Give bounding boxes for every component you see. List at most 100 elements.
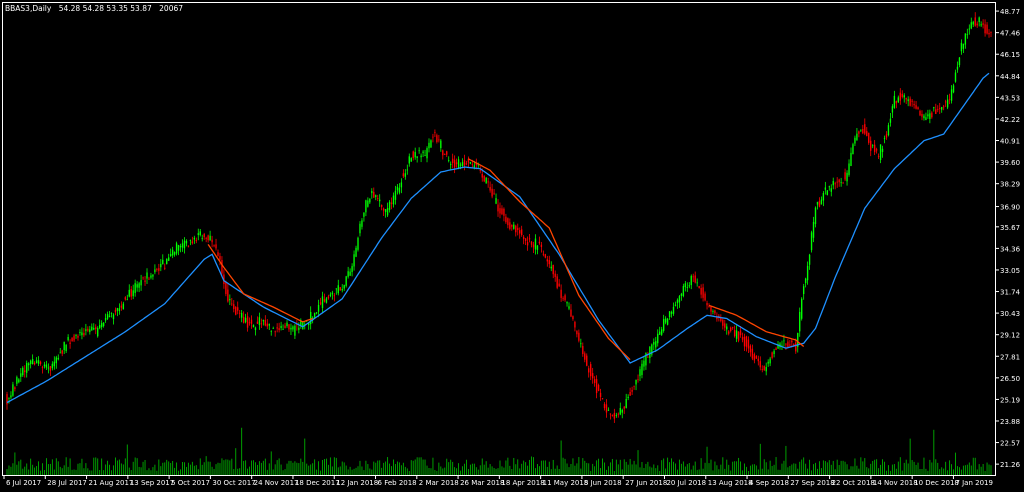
candle-body [254,327,257,331]
candle-body [104,317,107,321]
candle-body [365,200,367,213]
candle-body [487,181,489,183]
candle-body [446,151,448,155]
candle-body [280,325,282,329]
candle-body [897,97,900,103]
candle-body [964,33,967,45]
candle-body [250,319,253,324]
candle-body [134,283,136,293]
candle-body [189,239,192,241]
candle-body [946,99,949,108]
candle-body [191,241,194,244]
candle-body [203,234,205,237]
candle-body [41,367,44,368]
candle-body [875,149,878,151]
candle-body [61,350,63,354]
x-tick-label: 22 Oct 2018 [832,479,875,487]
candle-body [369,198,371,203]
x-tick-label: 5 Jun 2018 [584,479,622,487]
x-tick-label: 12 Jan 2018 [336,479,378,487]
candle-body [739,330,742,336]
candle-body [952,85,955,93]
candle-body [686,287,689,288]
candle-body [801,298,803,319]
candle-body [503,208,505,216]
candle-body [79,331,81,334]
candle-body [35,360,38,364]
chart-window[interactable]: 48.77 47.46 46.15 44.84 43.53 42.22 40.91 39.60… [0,0,1024,488]
candle-body [960,42,963,52]
candle-body [175,243,178,254]
candle-body [343,285,345,289]
candle-body [820,199,823,205]
candle-body [217,252,219,256]
y-tick-label: 48.77 [1000,8,1020,16]
candle-body [848,163,850,175]
candle-body [633,385,635,387]
candle-body [834,183,836,185]
candle-body [205,237,207,239]
candle-body [927,114,929,117]
candle-body [866,131,868,136]
price-chart[interactable]: 48.77 47.46 46.15 44.84 43.53 42.22 40.91 39.60… [0,0,1024,488]
candle-body [410,158,412,162]
candle-body [599,392,602,398]
candle-body [578,332,580,341]
candle-body [887,125,890,136]
candle-body [968,28,970,30]
candle-body [97,328,99,337]
candle-body [193,237,196,240]
candle-body [294,325,296,336]
candle-body [816,201,819,205]
candle-body [913,103,915,106]
y-tick-label: 43.53 [1000,94,1020,102]
candle-body [517,227,519,231]
candle-body [461,162,464,167]
candle-body [221,260,223,274]
candle-body [75,335,77,337]
candle-body [917,107,919,110]
candle-body [783,340,785,342]
y-tick-label: 23.88 [1000,418,1020,426]
candle-body [921,113,923,117]
candle-body [118,308,121,312]
candle-body [138,283,140,288]
candle-body [712,311,714,312]
candle-body [258,317,261,325]
candle-body [850,152,852,166]
candle-body [288,324,290,330]
candle-body [775,348,777,350]
candle-body [148,278,150,280]
candle-body [313,312,316,318]
candle-body [522,236,525,240]
x-tick-label: 27 Sep 2018 [790,479,834,487]
candle-body [735,330,738,339]
candle-body [771,352,773,358]
candle-body [743,336,746,347]
candle-body [432,136,434,138]
candle-body [317,304,320,312]
candle-body [909,98,911,106]
candle-body [860,129,862,131]
candle-body [457,159,460,169]
y-tick-label: 30.43 [1000,310,1020,318]
x-tick-label: 27 Jun 2018 [625,479,667,487]
candle-body [424,155,426,156]
candle-body [282,329,284,330]
candle-body [126,299,128,301]
candle-body [881,148,884,152]
candle-body [98,325,101,329]
candle-body [889,118,892,123]
candle-body [219,256,221,260]
candle-body [414,151,416,158]
candle-body [710,306,712,312]
candle-body [39,361,42,364]
candle-body [631,389,633,392]
y-tick-label: 44.84 [1000,73,1021,81]
candle-body [132,290,134,297]
candle-body [154,269,156,273]
candle-body [77,335,79,338]
candle-body [978,17,980,23]
candle-body [702,287,704,298]
candle-body [546,259,549,262]
